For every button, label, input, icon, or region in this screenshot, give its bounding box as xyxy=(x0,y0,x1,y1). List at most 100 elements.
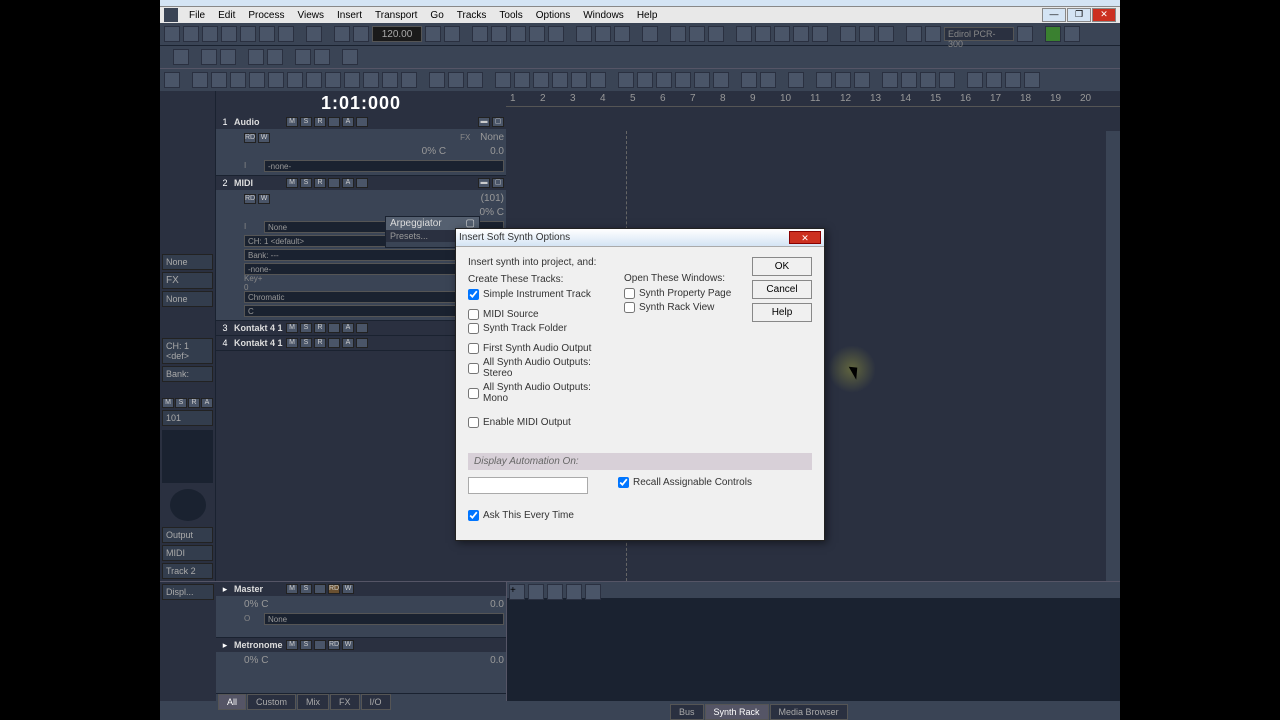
tool-btn[interactable] xyxy=(571,72,587,88)
fx-btn[interactable] xyxy=(356,117,368,127)
transport-stop[interactable] xyxy=(614,26,630,42)
rec-btn[interactable]: R xyxy=(314,338,326,348)
tool-btn[interactable] xyxy=(240,26,256,42)
tool-btn[interactable] xyxy=(467,72,483,88)
insp-disp[interactable]: Displ... xyxy=(162,584,214,600)
read-btn[interactable]: RD xyxy=(328,584,340,594)
menu-edit[interactable]: Edit xyxy=(212,8,241,23)
tool-btn[interactable] xyxy=(529,26,545,42)
track-1[interactable]: 1 Audio M S R A ▬ ▢ RDWFXNone 0% C0.0 I-… xyxy=(216,115,506,176)
pan[interactable]: 0% C xyxy=(480,207,504,218)
tool-btn[interactable] xyxy=(901,72,917,88)
tool-btn[interactable] xyxy=(816,72,832,88)
bus-name[interactable]: Metronome xyxy=(234,640,284,650)
tool-btn[interactable] xyxy=(220,49,236,65)
tool-btn[interactable] xyxy=(552,72,568,88)
tool-btn[interactable] xyxy=(306,26,322,42)
chk-recall[interactable]: Recall Assignable Controls xyxy=(618,477,752,488)
device-select[interactable]: Edirol PCR-300 xyxy=(944,27,1014,41)
engine-btn[interactable] xyxy=(1045,26,1061,42)
rec-btn[interactable]: R xyxy=(314,323,326,333)
btn[interactable] xyxy=(314,640,326,650)
tool-btn[interactable] xyxy=(382,72,398,88)
mute-btn[interactable]: M xyxy=(286,178,298,188)
chk-synth-folder[interactable]: Synth Track Folder xyxy=(468,323,616,334)
mute-btn[interactable]: M xyxy=(286,323,298,333)
menu-insert[interactable]: Insert xyxy=(331,8,368,23)
solo-btn[interactable]: S xyxy=(300,584,312,594)
insp-bank[interactable]: Bank: xyxy=(162,366,213,382)
tool-btn[interactable] xyxy=(425,26,441,42)
chk-all-mono[interactable]: All Synth Audio Outputs: Mono xyxy=(468,382,616,404)
chk-enable-midi[interactable]: Enable MIDI Output xyxy=(468,417,616,428)
mon-btn[interactable] xyxy=(328,323,340,333)
transport-rtz[interactable] xyxy=(576,26,592,42)
mute-btn[interactable]: M xyxy=(286,338,298,348)
view-tab-mix[interactable]: Mix xyxy=(297,694,329,710)
insp-vol[interactable]: 101 xyxy=(162,410,213,426)
chk-first-audio[interactable]: First Synth Audio Output xyxy=(468,343,616,354)
tool-btn[interactable] xyxy=(755,26,771,42)
write-btn[interactable]: W xyxy=(258,194,270,204)
v-scrollbar[interactable] xyxy=(1106,131,1120,581)
tool-btn[interactable] xyxy=(1024,72,1040,88)
rec-btn[interactable]: R xyxy=(314,178,326,188)
tempo-display[interactable]: 120.00 xyxy=(372,26,422,42)
transport-rec[interactable] xyxy=(708,26,724,42)
track-name[interactable]: MIDI xyxy=(234,178,284,188)
write-btn[interactable]: W xyxy=(342,640,354,650)
chk-rack-view[interactable]: Synth Rack View xyxy=(624,302,744,313)
tab-bus[interactable]: Bus xyxy=(670,704,704,720)
min-button[interactable]: — xyxy=(1042,8,1066,22)
tool-btn[interactable] xyxy=(618,72,634,88)
tool-btn[interactable] xyxy=(491,26,507,42)
insp-ch[interactable]: CH: 1 <def> xyxy=(162,338,213,364)
tool-btn[interactable] xyxy=(713,72,729,88)
tool-btn[interactable] xyxy=(429,72,445,88)
tool-btn[interactable] xyxy=(173,49,189,65)
help-button[interactable]: Help xyxy=(752,303,812,322)
dialog-close-button[interactable]: ✕ xyxy=(789,231,821,244)
tool-btn[interactable] xyxy=(878,26,894,42)
tool-btn[interactable] xyxy=(566,584,582,600)
tool-btn[interactable] xyxy=(533,72,549,88)
tool-btn[interactable] xyxy=(278,26,294,42)
solo-btn[interactable]: S xyxy=(300,323,312,333)
read-btn[interactable]: RD xyxy=(244,133,256,143)
view-tab-fx[interactable]: FX xyxy=(330,694,360,710)
tool-btn[interactable] xyxy=(342,49,358,65)
menu-tracks[interactable]: Tracks xyxy=(451,8,493,23)
tool-btn[interactable] xyxy=(675,72,691,88)
track-min[interactable]: ▬ xyxy=(478,117,490,127)
tool-btn[interactable] xyxy=(183,26,199,42)
tool-btn[interactable] xyxy=(230,72,246,88)
transport-end[interactable] xyxy=(689,26,705,42)
transport-ff[interactable] xyxy=(670,26,686,42)
vol[interactable]: 0.0 xyxy=(490,146,504,157)
tool-btn[interactable] xyxy=(528,584,544,600)
timeline-ruler[interactable]: 1234567891011121314151617181920 xyxy=(506,91,1120,107)
tool-btn[interactable] xyxy=(760,72,776,88)
tool-btn[interactable] xyxy=(472,26,488,42)
tool-btn[interactable] xyxy=(859,26,875,42)
tool-btn[interactable] xyxy=(774,26,790,42)
transport-play[interactable] xyxy=(642,26,658,42)
chk-property-page[interactable]: Synth Property Page xyxy=(624,288,744,299)
fx-btn[interactable] xyxy=(356,323,368,333)
insp-s[interactable]: S xyxy=(175,398,187,408)
tool-btn[interactable] xyxy=(637,72,653,88)
auto-btn[interactable]: A xyxy=(342,117,354,127)
chk-ask-every-time[interactable]: Ask This Every Time xyxy=(468,510,812,521)
track-min[interactable]: ▬ xyxy=(478,178,490,188)
fx-btn[interactable] xyxy=(356,178,368,188)
write-btn[interactable]: W xyxy=(258,133,270,143)
tool-btn[interactable] xyxy=(1005,72,1021,88)
tool-btn[interactable] xyxy=(448,72,464,88)
menu-views[interactable]: Views xyxy=(291,8,330,23)
solo-btn[interactable]: S xyxy=(300,338,312,348)
tab-media-browser[interactable]: Media Browser xyxy=(770,704,848,720)
tool-btn[interactable] xyxy=(248,49,264,65)
menu-file[interactable]: File xyxy=(183,8,211,23)
tool-btn[interactable] xyxy=(585,584,601,600)
add-btn[interactable]: + xyxy=(509,584,525,600)
